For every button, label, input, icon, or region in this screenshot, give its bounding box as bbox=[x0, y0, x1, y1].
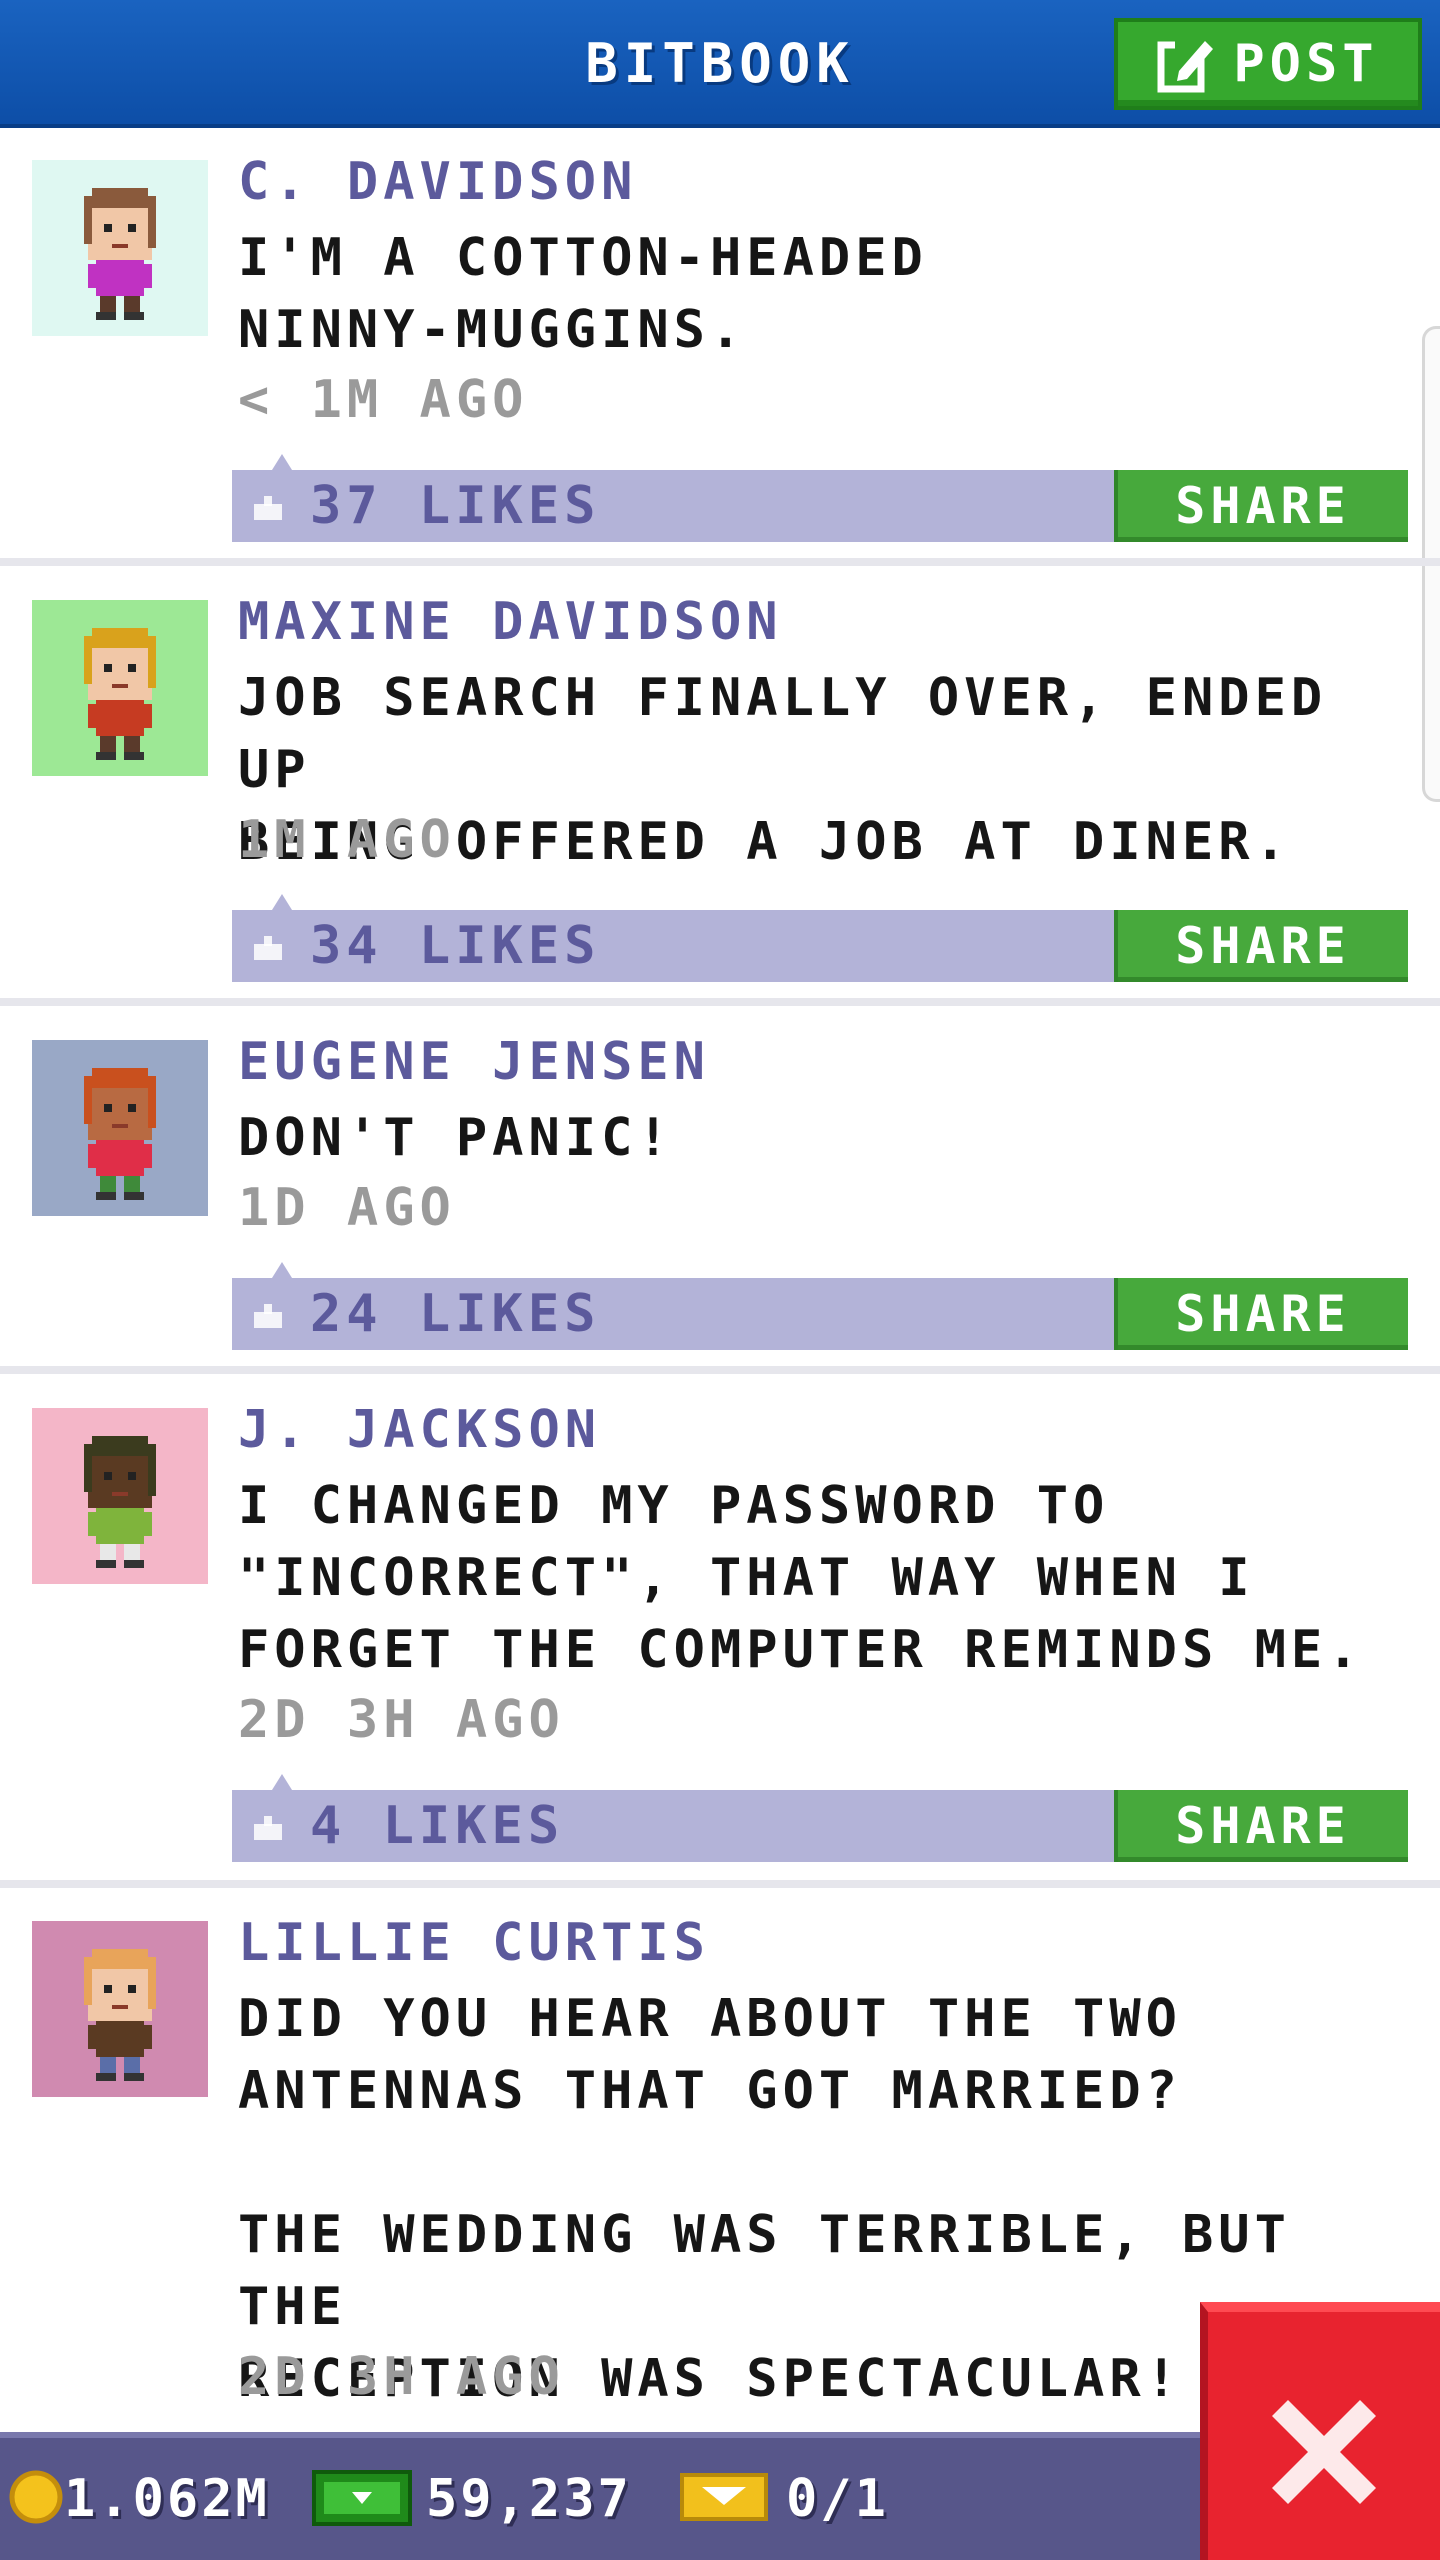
post-author[interactable]: C. DAVIDSON bbox=[238, 152, 637, 212]
bux-icon bbox=[312, 2466, 412, 2532]
like-count: 4 LIKES bbox=[310, 1796, 565, 1856]
like-count: 37 LIKES bbox=[310, 476, 601, 536]
post-divider bbox=[0, 558, 1440, 566]
share-button[interactable]: SHARE bbox=[1114, 1278, 1408, 1350]
post-message: I'M A COTTON-HEADED NINNY-MUGGINS. bbox=[238, 228, 928, 360]
avatar[interactable] bbox=[32, 1921, 208, 2097]
avatar[interactable] bbox=[32, 1040, 208, 1216]
bux-value: 59,237 bbox=[426, 2469, 632, 2529]
avatar[interactable] bbox=[32, 160, 208, 336]
post-time: 1D AGO bbox=[238, 1178, 456, 1238]
thumbs-up-icon bbox=[250, 1298, 286, 1334]
coins-value: 1.062M bbox=[64, 2469, 270, 2529]
post-divider bbox=[0, 1880, 1440, 1888]
close-button[interactable] bbox=[1200, 2302, 1440, 2560]
post-time: < 1M AGO bbox=[238, 370, 529, 430]
share-button[interactable]: SHARE bbox=[1114, 470, 1408, 542]
post-time: 1M AGO bbox=[238, 810, 456, 870]
like-bar[interactable]: 4 LIKES SHARE bbox=[232, 1774, 1408, 1862]
coins-counter: 1.062M bbox=[8, 2438, 270, 2560]
like-bar[interactable]: 24 LIKES SHARE bbox=[232, 1262, 1408, 1350]
thumbs-up-icon bbox=[250, 1810, 286, 1846]
app-header: BITBOOK POST bbox=[0, 0, 1440, 128]
share-button[interactable]: SHARE bbox=[1114, 910, 1408, 982]
share-button[interactable]: SHARE bbox=[1114, 1790, 1408, 1862]
like-count: 34 LIKES bbox=[310, 916, 601, 976]
post-author[interactable]: MAXINE DAVIDSON bbox=[238, 592, 783, 652]
ticket-icon bbox=[680, 2469, 768, 2529]
post-author[interactable]: J. JACKSON bbox=[238, 1400, 601, 1460]
close-icon bbox=[1272, 2400, 1376, 2504]
tickets-value: 0/1 bbox=[786, 2469, 889, 2529]
tickets-counter: 0/1 bbox=[680, 2438, 889, 2560]
bux-counter: 59,237 bbox=[312, 2438, 632, 2560]
post-author[interactable]: EUGENE JENSEN bbox=[238, 1032, 710, 1092]
like-bar[interactable]: 37 LIKES SHARE bbox=[232, 454, 1408, 542]
post-button[interactable]: POST bbox=[1114, 18, 1422, 110]
post-time: 2D 3H AGO bbox=[238, 1690, 565, 1750]
thumbs-up-icon bbox=[250, 930, 286, 966]
like-bar[interactable]: 34 LIKES SHARE bbox=[232, 894, 1408, 982]
post-divider bbox=[0, 998, 1440, 1006]
avatar[interactable] bbox=[32, 1408, 208, 1584]
like-count: 24 LIKES bbox=[310, 1284, 601, 1344]
post-message: I CHANGED MY PASSWORD TO "INCORRECT", TH… bbox=[238, 1476, 1364, 1680]
post-divider bbox=[0, 1366, 1440, 1374]
post-button-label: POST bbox=[1233, 34, 1379, 94]
post-author[interactable]: LILLIE CURTIS bbox=[238, 1913, 710, 1973]
thumbs-up-icon bbox=[250, 490, 286, 526]
coin-icon bbox=[8, 2469, 64, 2529]
avatar[interactable] bbox=[32, 600, 208, 776]
edit-icon bbox=[1157, 35, 1215, 93]
post-message: DON'T PANIC! bbox=[238, 1108, 674, 1168]
post-time: 2D 3H AGO bbox=[238, 2347, 565, 2407]
